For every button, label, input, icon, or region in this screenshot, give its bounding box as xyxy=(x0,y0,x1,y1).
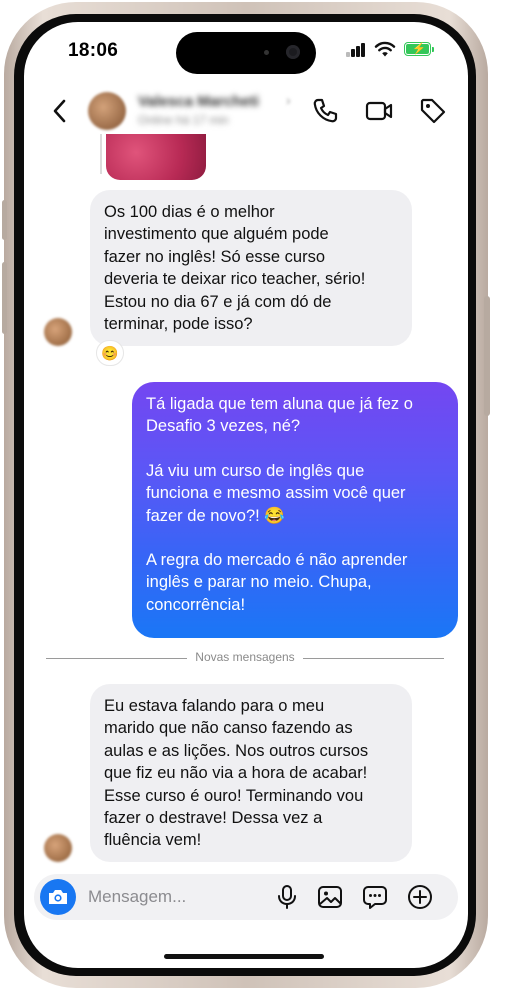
message-paragraph: Tá ligada que tem aluna que já fez o Des… xyxy=(146,395,413,436)
microphone-icon[interactable] xyxy=(274,884,300,910)
outgoing-message-bubble[interactable]: Tá ligada que tem aluna que já fez o Des… xyxy=(132,382,458,638)
phone-icon[interactable] xyxy=(310,96,340,126)
sender-avatar[interactable] xyxy=(44,318,72,346)
cellular-signal-icon xyxy=(346,43,368,57)
message-input[interactable]: Mensagem... xyxy=(88,887,186,907)
sender-avatar[interactable] xyxy=(44,834,72,862)
chat-header: Valesca Marcheti › Online há 17 min xyxy=(24,84,468,138)
contact-status: Online há 17 min xyxy=(138,113,229,127)
home-indicator[interactable] xyxy=(164,954,324,959)
incoming-message-bubble[interactable]: Os 100 dias é o melhor investimento que … xyxy=(90,190,412,346)
new-messages-divider: Novas mensagens xyxy=(46,649,444,669)
status-time: 18:06 xyxy=(68,40,119,61)
battery-cap xyxy=(432,47,434,52)
message-text: Os 100 dias é o melhor investimento que … xyxy=(104,203,366,334)
contact-name[interactable]: Valesca Marcheti xyxy=(138,93,259,110)
contact-avatar[interactable] xyxy=(88,92,126,130)
reply-line xyxy=(100,134,102,174)
new-messages-label: Novas mensagens xyxy=(187,650,303,664)
shared-image-preview[interactable] xyxy=(106,134,206,180)
wifi-icon xyxy=(374,41,396,57)
volume-button xyxy=(2,262,7,334)
back-chevron-icon[interactable] xyxy=(50,96,70,126)
dynamic-island xyxy=(176,32,316,74)
message-paragraph: Já viu um curso de inglês que funciona e… xyxy=(146,461,406,525)
camera-icon xyxy=(49,890,67,904)
incoming-message-bubble[interactable]: Eu estava falando para o meu marido que … xyxy=(90,684,412,862)
chevron-right-icon: › xyxy=(286,92,291,108)
message-composer: Mensagem... xyxy=(34,874,458,920)
message-reaction[interactable]: 😊 xyxy=(96,340,124,366)
message-text: Eu estava falando para o meu marido que … xyxy=(104,697,369,850)
camera-button[interactable] xyxy=(40,879,76,915)
sticker-icon[interactable] xyxy=(362,884,388,910)
image-icon[interactable] xyxy=(317,884,343,910)
phone-screen: 18:06 ⚡ Valesca Marcheti › Online há 17 … xyxy=(24,22,468,968)
volume-button xyxy=(2,200,7,240)
message-paragraph: A regra do mercado é não aprender inglês… xyxy=(146,551,408,614)
tag-icon[interactable] xyxy=(418,96,448,126)
video-camera-icon[interactable] xyxy=(364,96,394,126)
battery-icon: ⚡ xyxy=(404,42,431,56)
side-button xyxy=(484,296,490,416)
plus-icon[interactable] xyxy=(407,884,433,910)
